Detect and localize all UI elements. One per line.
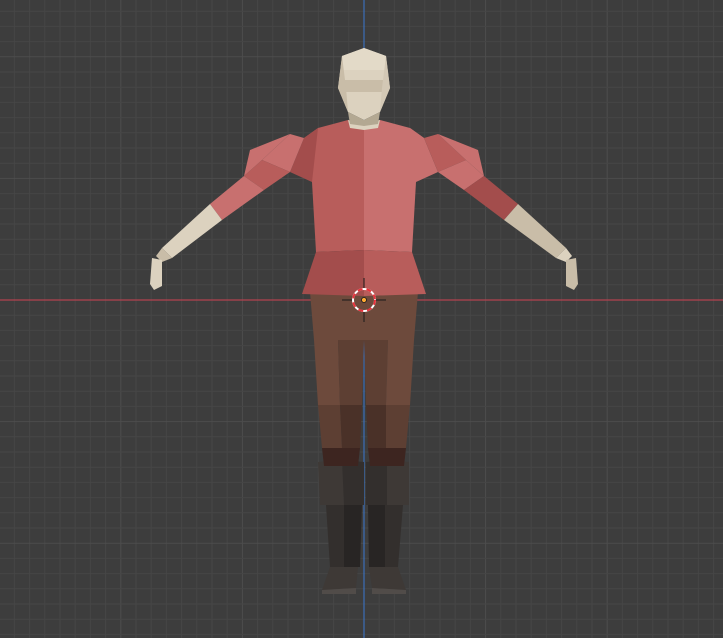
3d-viewport[interactable] [0,0,723,638]
viewport-canvas[interactable] [0,0,723,638]
shirt[interactable] [302,120,426,296]
object-origin-icon [361,297,367,303]
